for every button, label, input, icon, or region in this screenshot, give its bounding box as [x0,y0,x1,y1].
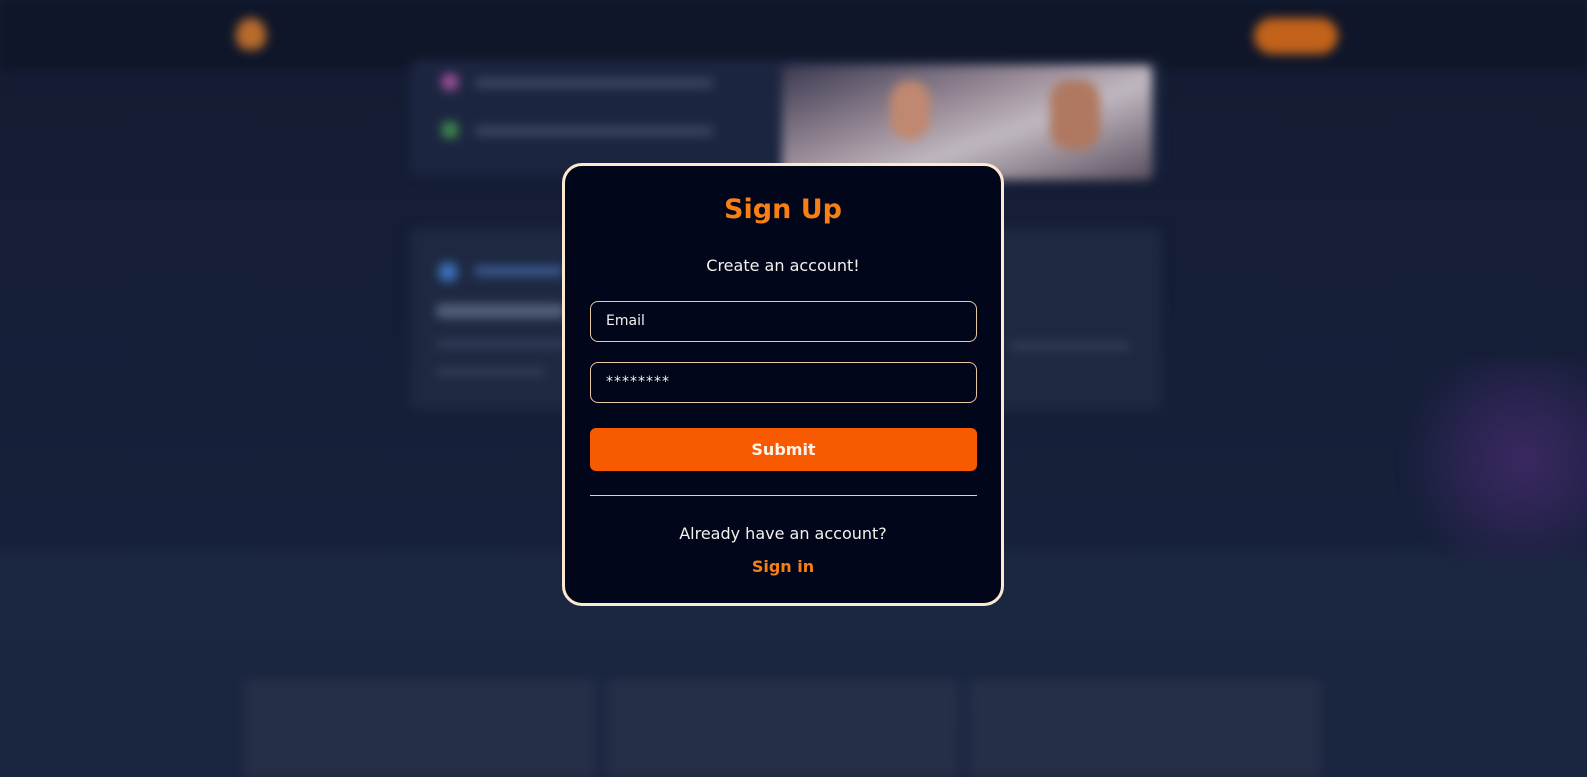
feature-text-line [474,126,714,136]
plan-card [244,680,596,777]
sign-in-link[interactable]: Sign in [565,557,1001,576]
already-have-account-text: Already have an account? [679,524,887,543]
modal-title: Sign Up [724,194,842,225]
submit-button[interactable]: Submit [590,428,977,471]
password-field[interactable]: ******** [590,362,977,403]
feature-bullet-icon [442,122,458,138]
navbar-button [1254,18,1338,54]
info-text-line [436,368,546,376]
modal-subtitle: Create an account! [706,256,860,275]
info-icon [438,262,458,282]
info-text-line [1010,342,1130,350]
signup-modal: Sign Up Create an account! Email *******… [562,163,1004,606]
email-field[interactable]: Email [590,301,977,342]
feature-text-line [474,78,714,88]
photo-detail [1050,80,1100,150]
plan-card [969,680,1321,777]
info-text-line [474,266,564,276]
decorative-glow [1380,360,1587,560]
page: Sign Up Create an account! Email *******… [0,0,1587,777]
plan-card [607,680,959,777]
divider [590,495,977,496]
feature-bullet-icon [442,74,458,90]
logo-icon [236,18,266,50]
photo-detail [890,80,930,140]
info-text-line [436,340,566,348]
info-text-line [436,304,566,318]
